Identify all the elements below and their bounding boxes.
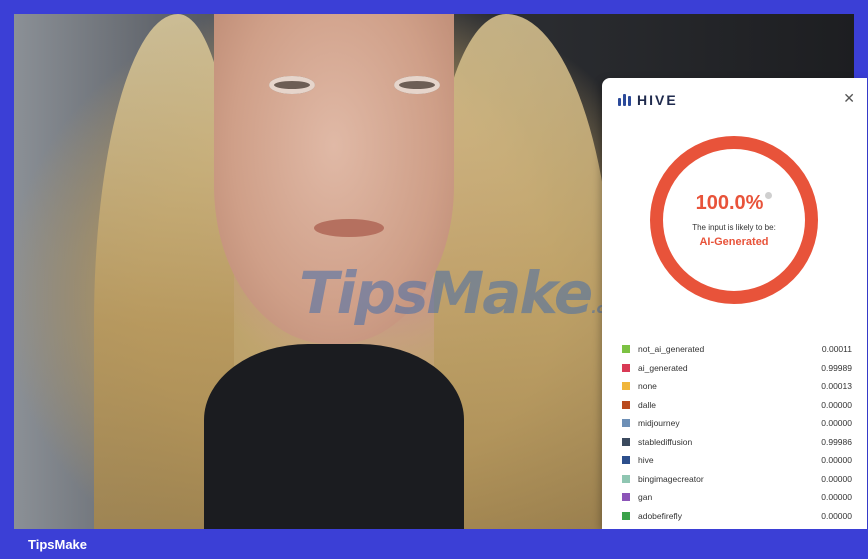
score-row: dalle 0.00000 bbox=[622, 396, 852, 415]
hive-panel: HIVE ✕ 100.0% The input is likely to be:… bbox=[602, 78, 867, 529]
percent-value: 100.0% bbox=[695, 192, 764, 214]
score-value: 0.00013 bbox=[821, 381, 852, 392]
score-value: 0.00000 bbox=[821, 492, 852, 503]
score-label: gan bbox=[638, 492, 653, 503]
brand-name: HIVE bbox=[637, 92, 678, 108]
percent-line: 100.0% bbox=[696, 192, 773, 215]
score-label: stablediffusion bbox=[638, 436, 693, 447]
score-label: adobefirefly bbox=[638, 510, 682, 521]
swatch bbox=[622, 511, 630, 520]
score-row: hive 0.00000 bbox=[622, 451, 852, 470]
score-label: bingimagecreator bbox=[638, 473, 704, 484]
swatch bbox=[622, 456, 630, 465]
score-row: bingimagecreator 0.00000 bbox=[622, 470, 852, 489]
score-row: ai_generated 0.99989 bbox=[622, 359, 852, 378]
shirt bbox=[204, 344, 464, 529]
swatch bbox=[622, 493, 630, 502]
score-value: 0.99986 bbox=[821, 436, 852, 447]
swatch bbox=[622, 474, 630, 483]
panel-header: HIVE bbox=[618, 92, 678, 108]
swatch bbox=[622, 419, 630, 428]
score-list: not_ai_generated 0.00011 ai_generated 0.… bbox=[622, 340, 852, 525]
score-label: not_ai_generated bbox=[638, 344, 705, 355]
score-row: adobefirefly 0.00000 bbox=[622, 507, 852, 526]
score-value: 0.00000 bbox=[821, 473, 852, 484]
likely-text: The input is likely to be: bbox=[692, 223, 776, 232]
footer-label: TipsMake bbox=[28, 536, 88, 552]
footer-bar: TipsMake bbox=[0, 529, 868, 559]
lips bbox=[314, 219, 384, 237]
score-row: midjourney 0.00000 bbox=[622, 414, 852, 433]
score-label: midjourney bbox=[638, 418, 680, 429]
score-value: 0.00011 bbox=[821, 344, 852, 355]
score-label: none bbox=[638, 381, 657, 392]
score-value: 0.00000 bbox=[821, 455, 852, 466]
score-row: none 0.00013 bbox=[622, 377, 852, 396]
watermark: TipsMake.com bbox=[299, 259, 629, 327]
swatch bbox=[622, 400, 630, 409]
swatch bbox=[622, 363, 630, 372]
swatch bbox=[622, 437, 630, 446]
close-icon[interactable]: ✕ bbox=[843, 90, 855, 107]
right-eye bbox=[394, 76, 440, 94]
score-value: 0.00000 bbox=[821, 399, 852, 410]
swatch bbox=[622, 382, 630, 391]
score-row: stablediffusion 0.99986 bbox=[622, 433, 852, 452]
result-ring: 100.0% The input is likely to be: AI-Gen… bbox=[650, 136, 818, 304]
info-icon[interactable] bbox=[765, 192, 773, 199]
score-label: dalle bbox=[638, 399, 656, 410]
score-label: ai_generated bbox=[638, 362, 688, 373]
verdict: AI-Generated bbox=[699, 236, 769, 248]
watermark-text: TipsMake bbox=[299, 259, 593, 327]
score-label: hive bbox=[638, 455, 654, 466]
swatch bbox=[622, 345, 630, 354]
hive-logo-icon bbox=[618, 94, 631, 106]
score-value: 0.00000 bbox=[821, 418, 852, 429]
left-eye bbox=[269, 76, 315, 94]
score-row: not_ai_generated 0.00011 bbox=[622, 340, 852, 359]
score-value: 0.00000 bbox=[821, 510, 852, 521]
score-row: gan 0.00000 bbox=[622, 488, 852, 507]
score-value: 0.99989 bbox=[821, 362, 852, 373]
